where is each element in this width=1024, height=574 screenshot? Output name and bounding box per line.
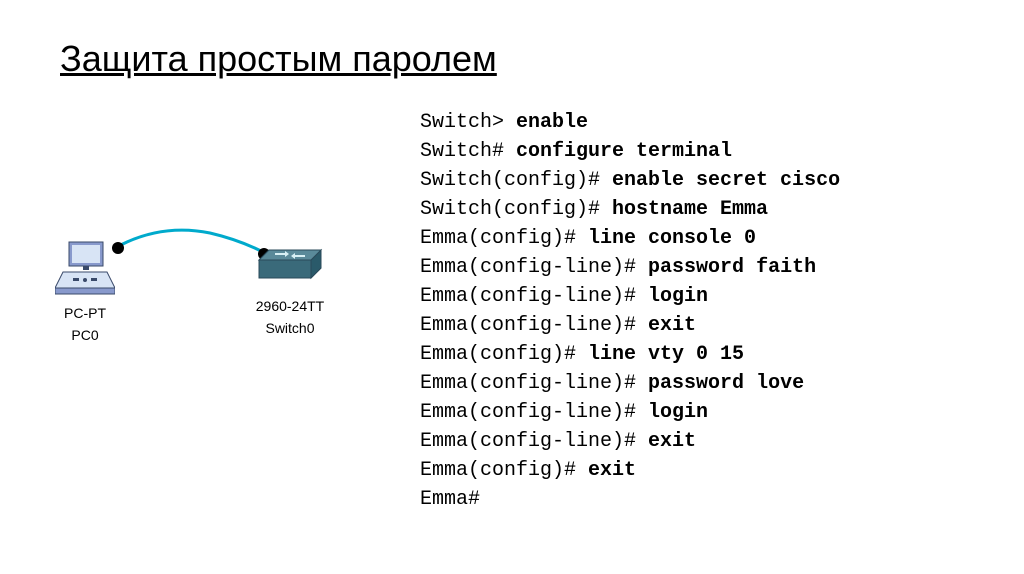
- terminal-prompt: Switch>: [420, 111, 516, 134]
- terminal-line: Emma(config-line)# exit: [420, 311, 840, 340]
- terminal-prompt: Emma(config-line)#: [420, 372, 648, 395]
- terminal-line: Emma(config)# exit: [420, 456, 840, 485]
- terminal-line: Emma(config)# line console 0: [420, 224, 840, 253]
- terminal-prompt: Emma(config-line)#: [420, 401, 648, 424]
- pc-icon: [55, 240, 115, 295]
- terminal-output: Switch> enableSwitch# configure terminal…: [420, 108, 840, 514]
- switch-label-name: Switch0: [245, 319, 335, 337]
- terminal-command: enable secret cisco: [612, 169, 840, 192]
- pc-label-model: PC-PT: [50, 304, 120, 322]
- terminal-prompt: Emma(config)#: [420, 227, 588, 250]
- terminal-line: Switch(config)# hostname Emma: [420, 195, 840, 224]
- terminal-line: Emma(config-line)# login: [420, 282, 840, 311]
- terminal-line: Switch> enable: [420, 108, 840, 137]
- terminal-line: Emma(config-line)# password love: [420, 369, 840, 398]
- terminal-command: login: [648, 401, 708, 424]
- terminal-line: Emma#: [420, 485, 840, 514]
- terminal-command: line vty 0 15: [588, 343, 744, 366]
- switch-device: 2960-24TT Switch0: [245, 248, 335, 337]
- switch-icon: [255, 248, 325, 288]
- terminal-prompt: Emma(config-line)#: [420, 285, 648, 308]
- terminal-command: hostname Emma: [612, 198, 768, 221]
- terminal-prompt: Emma(config-line)#: [420, 256, 648, 279]
- terminal-command: exit: [588, 459, 636, 482]
- terminal-line: Emma(config-line)# login: [420, 398, 840, 427]
- terminal-prompt: Emma(config)#: [420, 343, 588, 366]
- switch-label-model: 2960-24TT: [245, 297, 335, 315]
- terminal-line: Emma(config-line)# password faith: [420, 253, 840, 282]
- terminal-prompt: Emma#: [420, 488, 480, 511]
- terminal-line: Switch# configure terminal: [420, 137, 840, 166]
- terminal-command: password love: [648, 372, 804, 395]
- terminal-command: exit: [648, 430, 696, 453]
- terminal-prompt: Switch#: [420, 140, 516, 163]
- terminal-command: enable: [516, 111, 588, 134]
- terminal-command: password faith: [648, 256, 816, 279]
- terminal-command: login: [648, 285, 708, 308]
- terminal-prompt: Emma(config-line)#: [420, 430, 648, 453]
- terminal-command: exit: [648, 314, 696, 337]
- terminal-line: Emma(config-line)# exit: [420, 427, 840, 456]
- network-topology: PC-PT PC0 2960-24TT Switch0: [40, 210, 360, 370]
- page-title: Защита простым паролем: [60, 38, 497, 80]
- terminal-command: line console 0: [588, 227, 756, 250]
- terminal-command: configure terminal: [516, 140, 732, 163]
- terminal-prompt: Emma(config-line)#: [420, 314, 648, 337]
- pc-device: PC-PT PC0: [50, 240, 120, 344]
- terminal-line: Switch(config)# enable secret cisco: [420, 166, 840, 195]
- terminal-prompt: Switch(config)#: [420, 169, 612, 192]
- terminal-prompt: Emma(config)#: [420, 459, 588, 482]
- terminal-line: Emma(config)# line vty 0 15: [420, 340, 840, 369]
- pc-label-name: PC0: [50, 326, 120, 344]
- terminal-prompt: Switch(config)#: [420, 198, 612, 221]
